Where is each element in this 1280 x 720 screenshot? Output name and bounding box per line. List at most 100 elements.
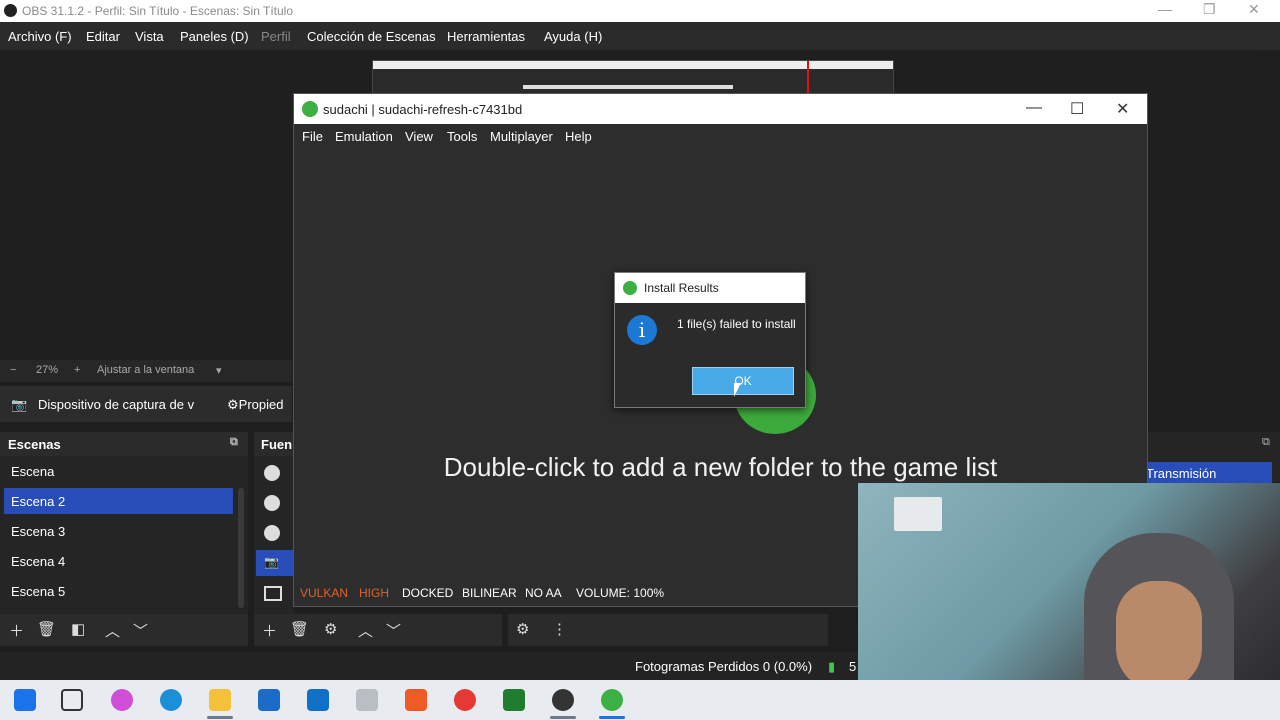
game-list-hint[interactable]: Double-click to add a new folder to the …	[294, 452, 1147, 483]
renderer-vulkan-status[interactable]: VULKAN	[300, 586, 348, 600]
menu-view[interactable]: View	[405, 129, 433, 144]
sudachi-status-bar: VULKAN HIGH DOCKED BILINEAR NO AA VOLUME…	[294, 582, 859, 606]
dialog-message: 1 file(s) failed to install	[677, 317, 796, 331]
display-capture-icon[interactable]	[264, 586, 282, 601]
menu-ayuda[interactable]: Ayuda (H)	[544, 29, 602, 44]
sources-dock: Fuen 📷	[254, 432, 294, 614]
sudachi-logo-icon	[302, 101, 318, 117]
sudachi-window-title: sudachi | sudachi-refresh-c7431bd	[323, 102, 523, 117]
zoom-in-button[interactable]: +	[74, 364, 80, 376]
menu-archivo[interactable]: Archivo (F)	[8, 29, 72, 44]
status-extra: 5	[849, 659, 857, 674]
start-streaming-button[interactable]: Transmisión	[1146, 462, 1272, 484]
menu-tools[interactable]: Tools	[447, 129, 477, 144]
add-icon[interactable]: ＋	[9, 620, 24, 641]
accuracy-high-status[interactable]: HIGH	[359, 586, 389, 600]
menu-file[interactable]: File	[302, 129, 323, 144]
scene-item[interactable]: Escena	[4, 458, 233, 484]
browser-source-icon[interactable]	[264, 525, 280, 541]
more-icon[interactable]: ⋮	[552, 620, 567, 638]
obs-menu-bar: Archivo (F) Editar Vista Paneles (D) Per…	[0, 22, 1280, 50]
docked-status[interactable]: DOCKED	[402, 586, 453, 600]
wall-poster	[894, 497, 942, 531]
outlook-icon[interactable]	[307, 689, 329, 711]
sudachi-taskbar-icon[interactable]	[601, 689, 623, 711]
info-icon: i	[627, 315, 657, 345]
zoom-percent: 27%	[36, 364, 59, 376]
edge-icon[interactable]	[160, 689, 182, 711]
app-icon[interactable]	[356, 689, 378, 711]
person-face	[1116, 581, 1202, 691]
zoom-dropdown-icon[interactable]: ▾	[216, 364, 222, 377]
gear-icon[interactable]: ⚙	[324, 620, 337, 638]
scene-item[interactable]: Escena 5	[4, 578, 233, 604]
browser-source-icon[interactable]	[264, 465, 280, 481]
menu-editar[interactable]: Editar	[86, 29, 120, 44]
brave-icon[interactable]	[405, 689, 427, 711]
menu-help[interactable]: Help	[565, 129, 592, 144]
scenes-scrollbar[interactable]	[238, 488, 244, 608]
active-indicator	[599, 716, 625, 719]
filter-icon[interactable]: ◧	[71, 620, 85, 638]
minimize-icon[interactable]: —	[1026, 99, 1042, 117]
ok-button[interactable]: OK	[692, 367, 794, 395]
browser-source-icon[interactable]	[264, 495, 280, 511]
sources-toolbar: ＋ 🗑 ⚙ ︿ ﹀	[254, 614, 502, 646]
undock-icon[interactable]: ⧉	[1262, 436, 1270, 449]
undock-icon[interactable]: ⧉	[230, 436, 238, 449]
trash-icon[interactable]: 🗑	[290, 620, 309, 638]
store-icon[interactable]	[258, 689, 280, 711]
volume-status[interactable]: VOLUME: 100%	[576, 586, 664, 600]
obs-status-bar: Fotogramas Perdidos 0 (0.0%) ▮ 5	[0, 652, 860, 680]
move-up-icon[interactable]: ︿	[358, 620, 373, 641]
scenes-dock: Escenas ⧉ Escena Escena 2 Escena 3 Escen…	[0, 432, 248, 614]
scene-item[interactable]: Escena 4	[4, 548, 233, 574]
properties-button[interactable]: ⚙Propied	[227, 397, 283, 413]
chrome-icon[interactable]	[454, 689, 476, 711]
trash-icon[interactable]: 🗑	[37, 620, 56, 638]
menu-perfil[interactable]: Perfil	[261, 29, 291, 44]
move-up-icon[interactable]: ︿	[105, 620, 120, 641]
move-down-icon[interactable]: ﹀	[386, 620, 401, 641]
menu-vista[interactable]: Vista	[135, 29, 164, 44]
advanced-audio-icon[interactable]: ⚙	[516, 620, 529, 638]
source-item-selected[interactable]: 📷	[256, 550, 294, 576]
selected-source-name: Dispositivo de captura de v	[38, 397, 195, 412]
menu-multiplayer[interactable]: Multiplayer	[490, 129, 553, 144]
scenes-toolbar: ＋ 🗑 ◧ ︿ ﹀	[0, 614, 248, 646]
menu-emulation[interactable]: Emulation	[335, 129, 393, 144]
copilot-icon[interactable]	[111, 689, 133, 711]
close-icon[interactable]: ✕	[1116, 99, 1129, 119]
minimize-icon[interactable]: —	[1158, 1, 1172, 17]
scene-item[interactable]: Escena 3	[4, 518, 233, 544]
mouse-cursor-icon	[734, 383, 741, 397]
restore-icon[interactable]: ❐	[1203, 1, 1216, 18]
sources-title: Fuen	[261, 437, 293, 452]
game-app-icon[interactable]	[503, 689, 525, 711]
camera-icon: 📷	[11, 397, 28, 412]
antialias-status[interactable]: NO AA	[525, 586, 562, 600]
dialog-title-bar: Install Results	[615, 273, 805, 303]
zoom-out-button[interactable]: −	[10, 364, 16, 376]
maximize-icon[interactable]: ☐	[1070, 99, 1084, 119]
scene-label: Escena 5	[11, 584, 66, 599]
install-results-dialog: Install Results i 1 file(s) failed to in…	[614, 272, 806, 408]
running-indicator	[207, 716, 233, 719]
file-explorer-icon[interactable]	[209, 689, 231, 711]
add-icon[interactable]: ＋	[262, 620, 277, 641]
close-icon[interactable]: ✕	[1248, 1, 1260, 18]
properties-label: Propied	[238, 397, 284, 412]
menu-herramientas[interactable]: Herramientas	[447, 29, 525, 44]
scenes-dock-header: Escenas ⧉	[0, 432, 248, 456]
windows-start-icon[interactable]	[14, 689, 36, 711]
fit-window-button[interactable]: Ajustar a la ventana	[97, 364, 194, 376]
menu-coleccion-escenas[interactable]: Colección de Escenas	[307, 29, 436, 44]
move-down-icon[interactable]: ﹀	[133, 620, 148, 641]
dropped-frames: Fotogramas Perdidos 0 (0.0%)	[635, 659, 813, 674]
filter-bilinear-status[interactable]: BILINEAR	[462, 586, 517, 600]
task-view-icon[interactable]	[61, 689, 83, 711]
scene-item-selected[interactable]: Escena 2	[4, 488, 233, 514]
obs-title-bar: OBS 31.1.2 - Perfil: Sin Título - Escena…	[0, 0, 1280, 22]
menu-paneles[interactable]: Paneles (D)	[180, 29, 249, 44]
obs-taskbar-icon[interactable]	[552, 689, 574, 711]
